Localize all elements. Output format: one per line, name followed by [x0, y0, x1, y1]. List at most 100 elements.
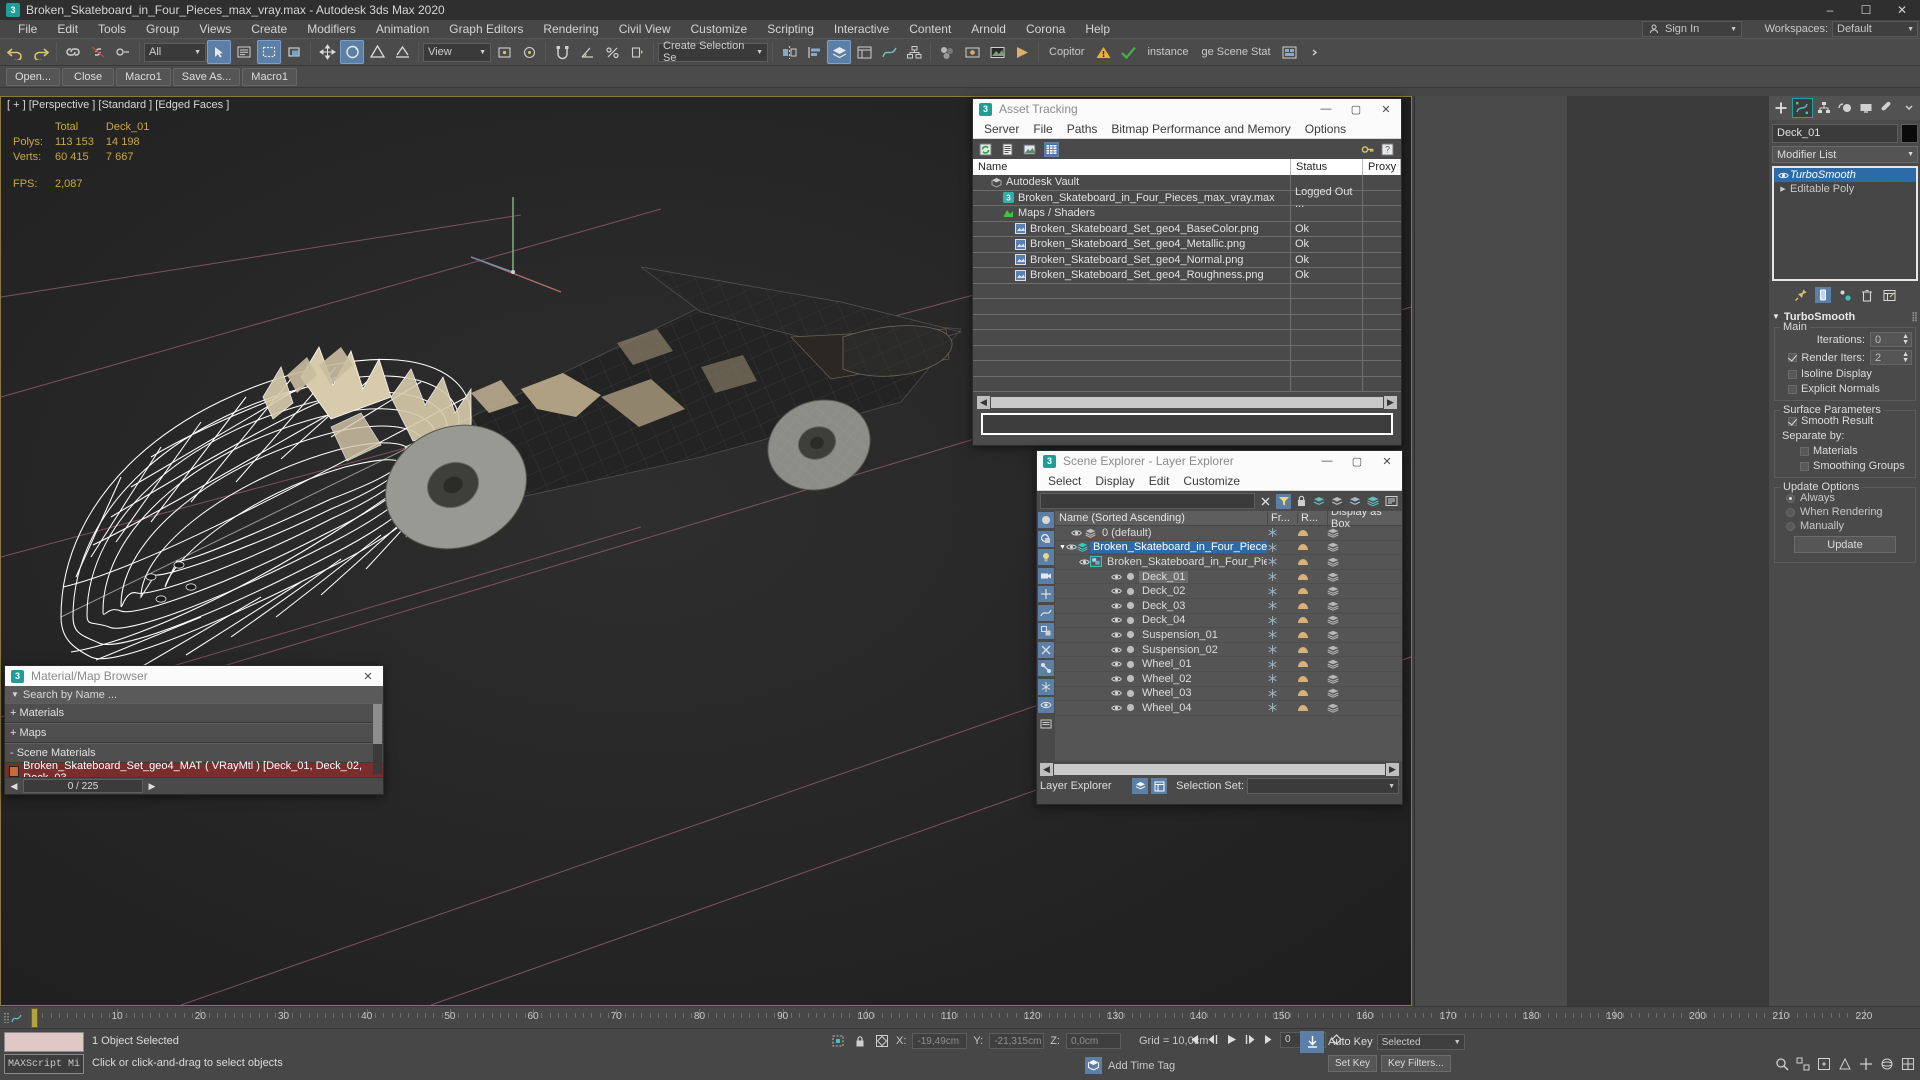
- scene-explorer-dialog[interactable]: 3 Scene Explorer - Layer Explorer — ▢ ✕ …: [1036, 450, 1403, 805]
- smooth-result-checkbox[interactable]: [1788, 416, 1797, 426]
- at-menu-file[interactable]: File: [1026, 119, 1059, 139]
- select-and-link-button[interactable]: [61, 40, 85, 64]
- unlink-selection-button[interactable]: [86, 40, 110, 64]
- use-selection-center-button[interactable]: [517, 40, 541, 64]
- select-object-button[interactable]: [207, 40, 231, 64]
- display-as-box-cell[interactable]: [1327, 542, 1402, 553]
- display-as-box-cell[interactable]: [1327, 703, 1402, 713]
- material-editor-button[interactable]: [935, 40, 959, 64]
- minimize-button[interactable]: –: [1812, 0, 1848, 20]
- add-time-tag-control[interactable]: Add Time Tag: [1085, 1057, 1175, 1074]
- rectangular-selection-region-button[interactable]: [257, 40, 281, 64]
- object-color-swatch[interactable]: [1901, 124, 1918, 143]
- se-col-freeze[interactable]: Fr...: [1267, 512, 1297, 524]
- maximize-button[interactable]: ☐: [1848, 0, 1884, 20]
- align-button[interactable]: [802, 40, 826, 64]
- freeze-cell[interactable]: [1267, 600, 1297, 611]
- display-space-warps-icon[interactable]: [1038, 604, 1054, 621]
- render-iters-spinner[interactable]: 2 ▲ ▼: [1870, 350, 1912, 365]
- window-crossing-toggle-button[interactable]: [282, 40, 306, 64]
- tab-motion[interactable]: [1835, 98, 1855, 118]
- scene-explorer-button[interactable]: [852, 40, 876, 64]
- scene-explorer-row[interactable]: Deck_01: [1055, 570, 1402, 585]
- asset-tracking-dialog[interactable]: 3 Asset Tracking — ▢ ✕ Server File Paths…: [972, 98, 1402, 446]
- se-menu-select[interactable]: Select: [1041, 471, 1088, 491]
- display-xrefs-icon[interactable]: [1038, 641, 1054, 658]
- maximize-icon[interactable]: ▢: [1342, 451, 1372, 471]
- menu-item-graph-editors[interactable]: Graph Editors: [439, 20, 533, 38]
- render-cell[interactable]: [1297, 674, 1327, 684]
- menu-item-content[interactable]: Content: [899, 20, 961, 38]
- menu-item-help[interactable]: Help: [1075, 20, 1120, 38]
- materials-checkbox[interactable]: [1800, 446, 1809, 456]
- tab-create[interactable]: [1771, 98, 1791, 118]
- at-menu-options[interactable]: Options: [1298, 119, 1353, 139]
- display-options-icon[interactable]: [1038, 715, 1054, 732]
- close-button[interactable]: ✕: [1884, 0, 1920, 20]
- se-menu-edit[interactable]: Edit: [1142, 471, 1177, 491]
- render-cell[interactable]: [1297, 645, 1327, 655]
- menu-item-create[interactable]: Create: [241, 20, 297, 38]
- asset-tracking-row[interactable]: Broken_Skateboard_Set_geo4_Roughness.png…: [973, 268, 1401, 284]
- object-name-input[interactable]: Deck_01: [1772, 124, 1898, 143]
- spinner-arrows-icon[interactable]: ▲ ▼: [1902, 333, 1909, 346]
- display-as-box-cell[interactable]: [1327, 659, 1402, 669]
- explicit-normals-checkbox[interactable]: [1788, 384, 1797, 394]
- scene-explorer-row[interactable]: Suspension_01: [1055, 628, 1402, 643]
- scene-explorer-row[interactable]: ▼ Broken_Skateboard_in_Four_Pieces: [1055, 541, 1402, 556]
- display-as-box-cell[interactable]: [1327, 615, 1402, 626]
- selection-lock-icon[interactable]: [852, 1033, 868, 1049]
- warning-icon[interactable]: [1091, 40, 1115, 64]
- minimize-icon[interactable]: —: [1311, 99, 1341, 119]
- expand-collapse-arrow[interactable]: ▼: [1059, 544, 1066, 551]
- section-maps[interactable]: + Maps: [5, 723, 383, 743]
- reference-coordinate-system-combo[interactable]: View ▼: [423, 42, 491, 62]
- se-col-render[interactable]: R...: [1297, 512, 1327, 524]
- layer-explorer-toggle-icon[interactable]: [1132, 778, 1149, 794]
- page-prev-icon[interactable]: ◀: [7, 779, 21, 793]
- scroll-thumb[interactable]: [991, 397, 1383, 408]
- display-all-icon[interactable]: [1038, 512, 1054, 528]
- scroll-left-icon[interactable]: ◀: [1040, 763, 1053, 776]
- absolute-relative-mode-icon[interactable]: [874, 1033, 890, 1049]
- make-unique-icon[interactable]: [1837, 287, 1853, 303]
- maxscript-listener-output[interactable]: [4, 1032, 84, 1052]
- scroll-thumb[interactable]: [373, 704, 382, 744]
- display-frozen-icon[interactable]: [1038, 678, 1054, 695]
- modifier-stack-item-editable-poly[interactable]: ▶ Editable Poly: [1774, 182, 1916, 196]
- eye-icon[interactable]: [1109, 675, 1123, 683]
- menu-item-scripting[interactable]: Scripting: [757, 20, 824, 38]
- snaps-toggle-button[interactable]: [550, 40, 574, 64]
- named-selection-sets-combo[interactable]: Create Selection Se ▼: [658, 40, 768, 64]
- modifier-list-dropdown[interactable]: Modifier List ▼: [1772, 146, 1918, 163]
- eye-icon[interactable]: [1109, 602, 1123, 610]
- freeze-cell[interactable]: [1267, 673, 1297, 684]
- schematic-view-button[interactable]: [902, 40, 926, 64]
- freeze-cell[interactable]: [1267, 688, 1297, 699]
- display-groups-icon[interactable]: [1038, 623, 1054, 639]
- eye-icon[interactable]: [1109, 660, 1123, 668]
- scene-explorer-list[interactable]: Name (Sorted Ascending) Fr... R... Displ…: [1055, 511, 1402, 761]
- render-cell[interactable]: [1297, 542, 1327, 552]
- undo-button[interactable]: [3, 40, 27, 64]
- display-lights-icon[interactable]: [1038, 549, 1054, 565]
- chevron-down-icon[interactable]: ▼: [7, 690, 23, 699]
- select-and-scale-button[interactable]: [365, 40, 389, 64]
- tab-hierarchy[interactable]: [1814, 98, 1834, 118]
- macro1-button-2[interactable]: Macro1: [242, 67, 297, 86]
- asset-tracking-row[interactable]: Broken_Skateboard_Set_geo4_BaseColor.png…: [973, 221, 1401, 237]
- x-coordinate-input[interactable]: -19,49cm: [912, 1033, 968, 1049]
- layer-properties-icon[interactable]: [1384, 494, 1399, 509]
- freeze-cell[interactable]: [1267, 644, 1297, 655]
- material-browser-vscrollbar[interactable]: [373, 704, 382, 774]
- display-bones-icon[interactable]: [1038, 660, 1054, 676]
- display-as-box-cell[interactable]: [1327, 528, 1402, 538]
- field-of-view-icon[interactable]: [1836, 1055, 1853, 1072]
- menu-item-file[interactable]: File: [8, 20, 47, 38]
- check-icon[interactable]: [1116, 40, 1140, 64]
- render-cell[interactable]: [1297, 630, 1327, 640]
- close-icon[interactable]: ✕: [353, 666, 383, 686]
- question-icon[interactable]: ?: [1380, 142, 1395, 157]
- display-as-box-cell[interactable]: [1327, 674, 1402, 684]
- pin-stack-icon[interactable]: [1793, 287, 1809, 303]
